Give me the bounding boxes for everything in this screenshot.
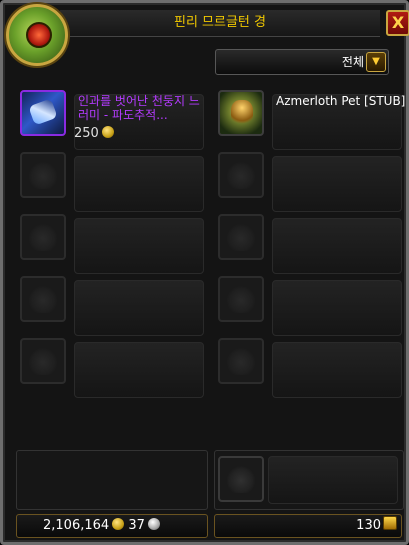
item-price: 250 [74, 126, 114, 141]
item-name-background [74, 218, 204, 274]
item-icon[interactable] [20, 90, 66, 136]
item-price-value: 250 [74, 126, 99, 141]
item-name-background [74, 342, 204, 398]
item-name: 인과를 벗어난 천둥지 느러미 - 파도추적... [78, 94, 200, 122]
item-icon[interactable] [218, 90, 264, 136]
currency-display: 130 [214, 514, 402, 538]
buyback-slot-icon[interactable] [218, 456, 264, 502]
money-display: 2,106,164 37 [16, 514, 208, 538]
empty-slot-icon [20, 214, 66, 260]
merchant-item-slot[interactable]: 인과를 벗어난 천둥지 느러미 - 파도추적... 250 [20, 90, 204, 150]
buyback-name-background [268, 456, 398, 504]
empty-slot-icon [20, 276, 66, 322]
merchant-item-slot-empty[interactable] [20, 338, 204, 398]
silver-coin-icon [147, 518, 160, 530]
empty-slot-icon [20, 338, 66, 384]
merchant-item-slot-empty[interactable] [218, 338, 402, 398]
merchant-portrait [6, 4, 68, 66]
item-name-background [272, 342, 402, 398]
merchant-item-slot[interactable]: Azmerloth Pet [STUB] [218, 90, 405, 150]
gold-coin-icon [101, 126, 114, 138]
currency-amount: 130 [356, 518, 381, 533]
empty-slot-icon [218, 214, 264, 260]
merchant-item-slot-empty[interactable] [218, 276, 402, 336]
filter-selected-value: 전체 [341, 55, 364, 69]
gold-amount: 2,106,164 [43, 518, 110, 533]
empty-slot-icon [218, 276, 264, 322]
merchant-item-slot-empty[interactable] [218, 214, 402, 274]
currency-text: 130 [356, 516, 401, 533]
merchant-item-slot-empty[interactable] [20, 152, 204, 212]
item-name: Azmerloth Pet [STUB] [276, 94, 406, 108]
empty-slot-icon [20, 152, 66, 198]
merchant-item-slot-empty[interactable] [20, 214, 204, 274]
merchant-item-slot-empty[interactable] [20, 276, 204, 336]
portrait-eye-icon [26, 22, 52, 48]
item-name-background [272, 218, 402, 274]
window-title: 핀리 므르글턴 경 [174, 15, 266, 30]
gold-coin-icon [112, 518, 125, 530]
money-text: 2,106,164 37 [43, 515, 160, 537]
item-name-background [74, 156, 204, 212]
filter-dropdown[interactable]: 전체 ▼ [215, 49, 389, 75]
empty-slot-icon [218, 152, 264, 198]
currency-token-icon [383, 516, 397, 530]
chevron-down-icon[interactable]: ▼ [366, 52, 386, 72]
silver-amount: 37 [128, 518, 145, 533]
item-name-background [74, 280, 204, 336]
buyback-panel-left [16, 450, 208, 510]
item-name-background [272, 156, 402, 212]
close-button[interactable]: X [386, 10, 409, 36]
merchant-item-slot-empty[interactable] [218, 152, 402, 212]
item-name-background [272, 280, 402, 336]
empty-slot-icon [218, 338, 264, 384]
